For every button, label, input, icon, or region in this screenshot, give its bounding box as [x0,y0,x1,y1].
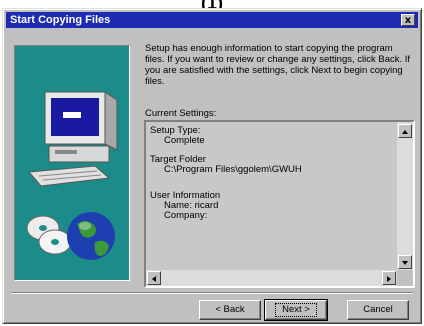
scrollbar-corner [397,270,413,286]
scroll-up-icon [402,130,408,134]
computer-icon [26,91,118,260]
close-icon: x [404,15,412,26]
target-folder-value: C:\Program Files\ggolem\GWUH [164,164,302,175]
setup-illustration [14,45,130,281]
scroll-up-button[interactable] [398,124,412,138]
horizontal-scrollbar[interactable] [146,270,397,286]
settings-content: Setup Type: Complete Target Folder C:\Pr… [150,126,393,230]
close-button[interactable]: x [401,14,415,26]
user-company: Company: [164,210,208,221]
setup-type-value: Complete [164,135,205,146]
intro-text: Setup has enough information to start co… [145,43,411,87]
button-divider [11,292,413,294]
setup-dialog: Start Copying Files x Setup has enough i… [2,8,422,324]
scroll-left-button[interactable] [147,271,161,285]
settings-listbox[interactable]: Setup Type: Complete Target Folder C:\Pr… [144,120,415,288]
scroll-right-button[interactable] [382,271,396,285]
title-bar: Start Copying Files x [6,12,418,28]
scroll-left-icon [152,276,156,282]
vertical-scrollbar[interactable] [397,122,413,270]
cancel-button-label: Cancel [363,304,393,315]
scroll-down-icon [402,261,408,265]
back-button[interactable]: < Back [199,300,261,320]
next-button-label: Next > [275,303,317,317]
settings-label: Current Settings: [145,108,217,119]
cancel-button[interactable]: Cancel [347,300,409,320]
scroll-down-button[interactable] [398,255,412,269]
window-title: Start Copying Files [10,14,111,26]
scroll-right-icon [387,276,391,282]
back-button-label: < Back [215,304,245,315]
globe-icon [67,212,115,260]
next-button[interactable]: Next > [264,299,328,321]
cd-icon [26,215,72,255]
